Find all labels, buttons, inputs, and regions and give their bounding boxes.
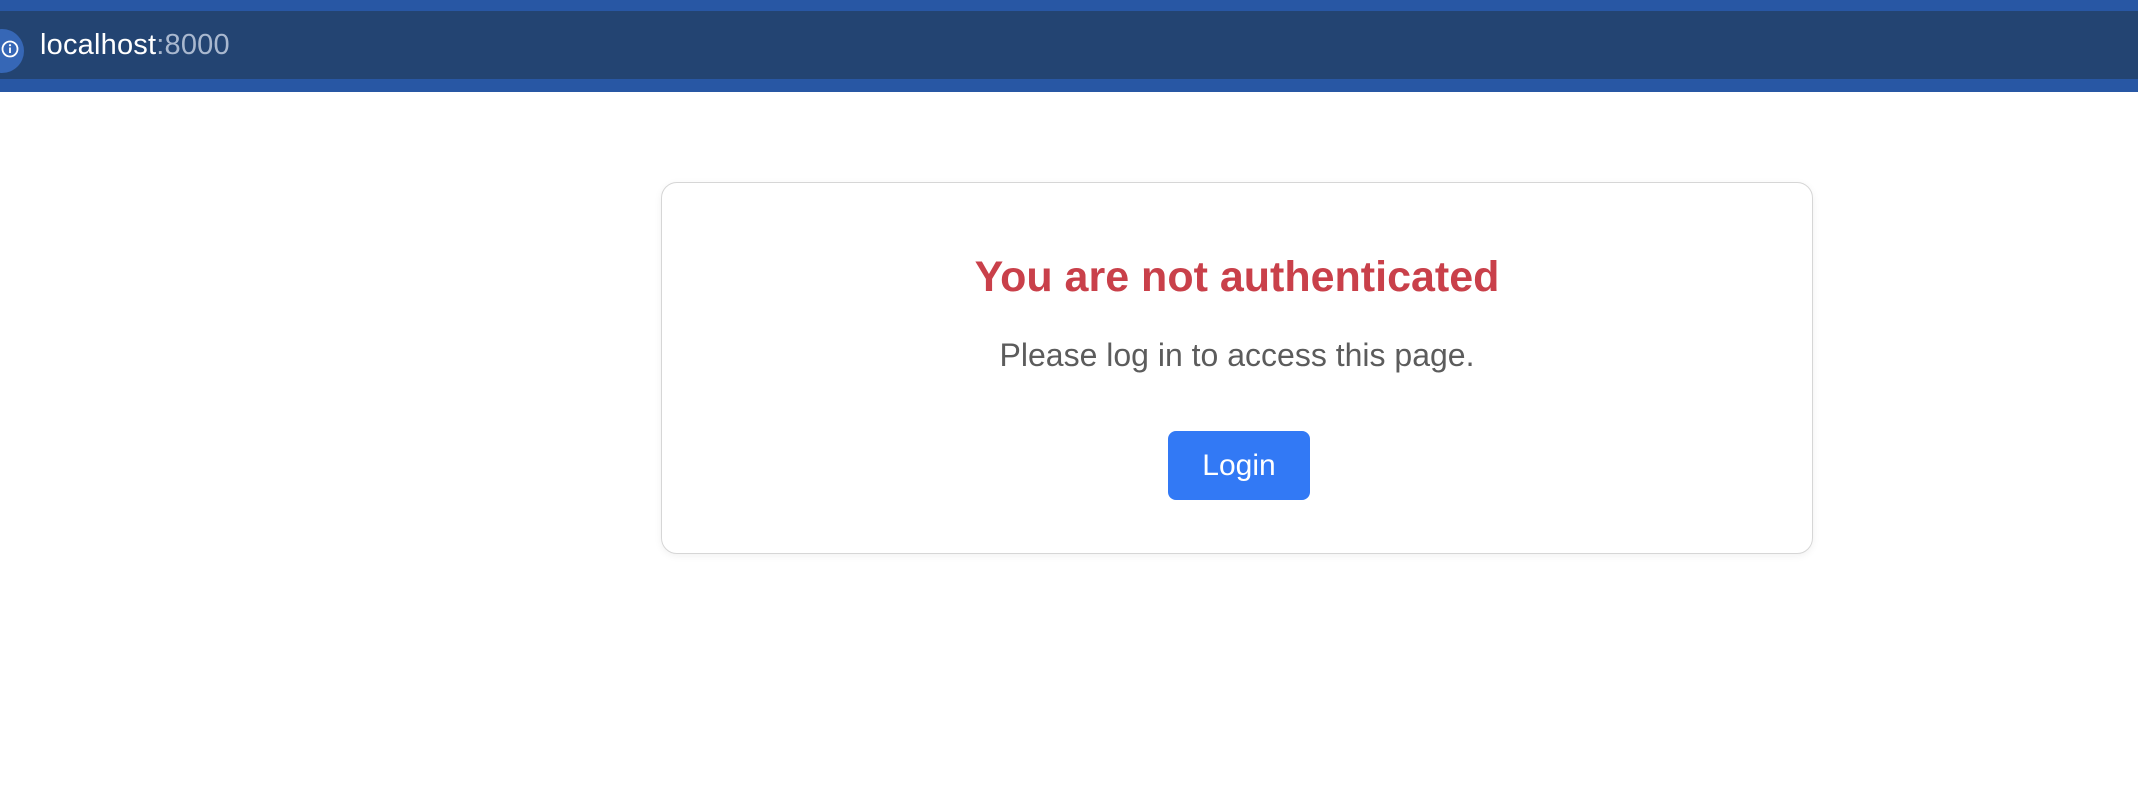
auth-card: You are not authenticated Please log in … — [661, 182, 1813, 554]
info-icon — [0, 40, 19, 63]
browser-toolbar: localhost:8000 — [0, 0, 2138, 92]
login-button[interactable]: Login — [1168, 431, 1310, 500]
url-text[interactable]: localhost:8000 — [40, 11, 230, 79]
address-bar[interactable]: localhost:8000 — [0, 11, 2138, 79]
url-port: :8000 — [156, 28, 230, 61]
auth-message: Please log in to access this page. — [999, 337, 1475, 373]
url-host: localhost — [40, 28, 157, 61]
page-title: You are not authenticated — [974, 253, 1500, 301]
site-info-button[interactable] — [0, 29, 24, 73]
